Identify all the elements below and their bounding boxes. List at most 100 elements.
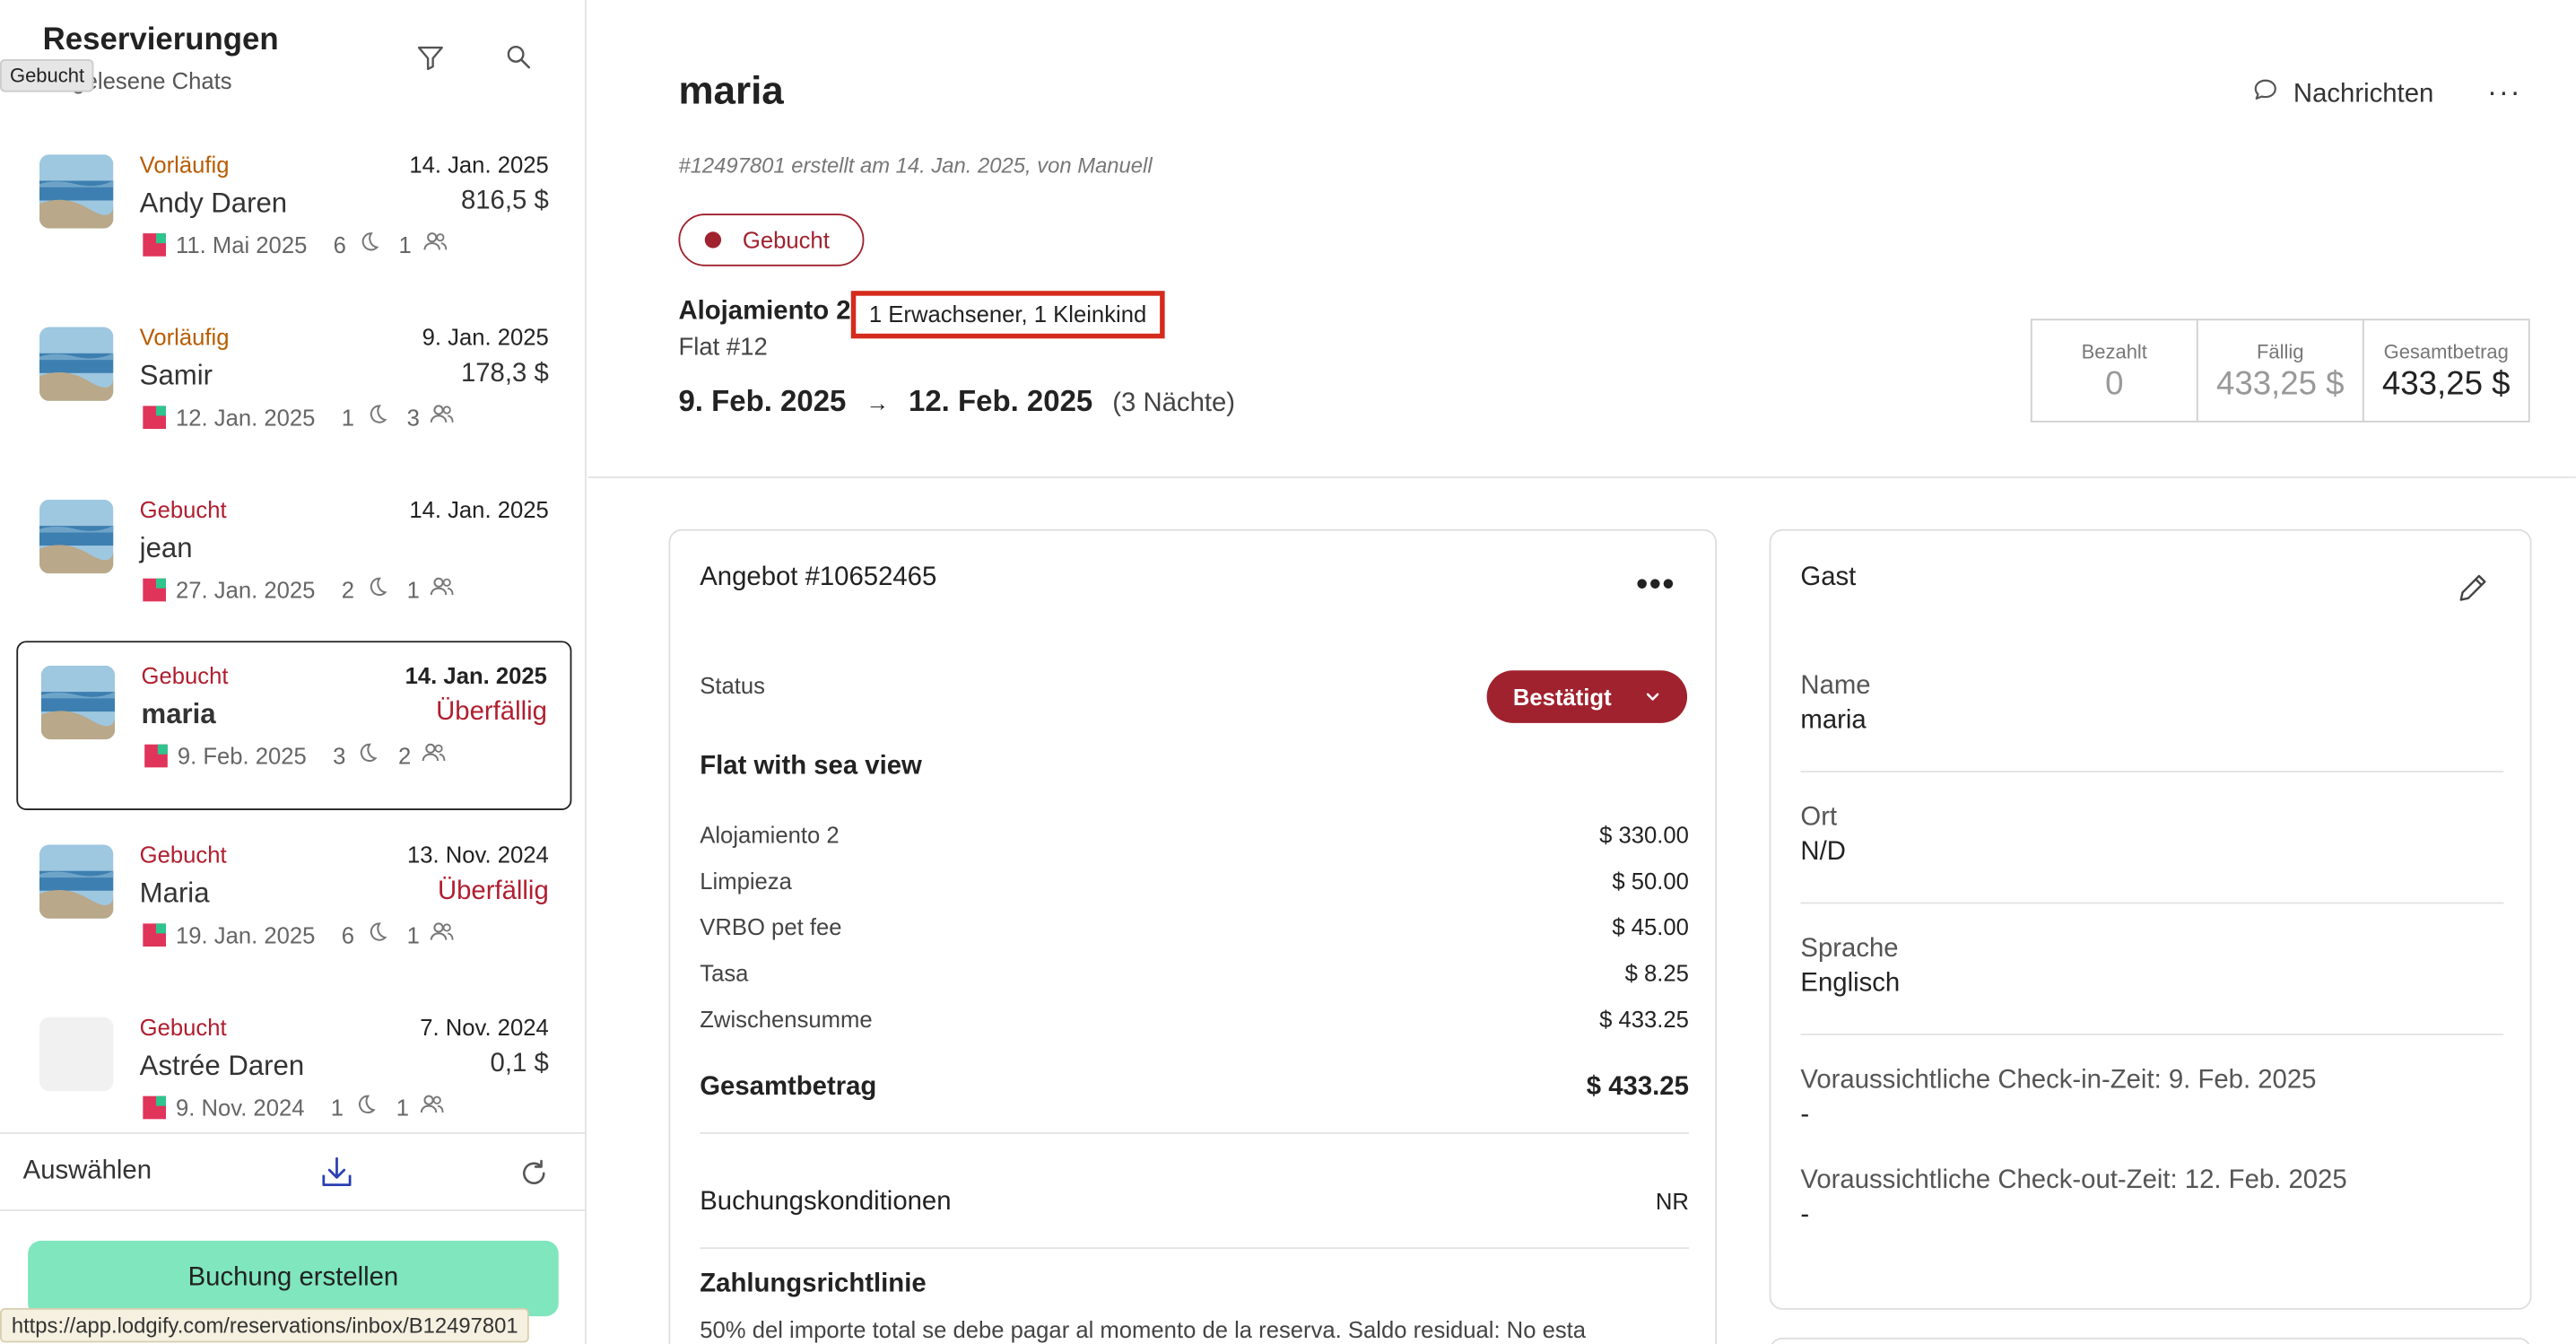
reservation-item[interactable]: Gebucht 14. Jan. 2025 maria Überfällig 9. Fe… bbox=[16, 641, 572, 810]
select-button[interactable]: Auswählen bbox=[23, 1156, 152, 1186]
checkout-time-value: - bbox=[1800, 1200, 1810, 1230]
unit-name: Flat #12 bbox=[678, 333, 768, 362]
payment-policy-title: Zahlungsrichtlinie bbox=[700, 1270, 927, 1298]
nights-count: 6 bbox=[341, 921, 354, 947]
moon-icon bbox=[364, 403, 387, 431]
line-item-label: Zwischensumme bbox=[700, 1005, 873, 1033]
reservation-amount: Überfällig bbox=[437, 877, 549, 906]
guest-count: 1 bbox=[406, 921, 420, 947]
reservation-item[interactable]: Vorläufig 14. Jan. 2025 Andy Daren 816,5 $ 1… bbox=[16, 132, 571, 301]
booking-conditions-label: Buchungskonditionen bbox=[700, 1188, 952, 1217]
line-item-amount: $ 45.00 bbox=[1612, 913, 1689, 940]
divider bbox=[700, 1131, 1689, 1134]
chat-icon bbox=[2250, 75, 2280, 113]
line-items: Alojamiento 2 $ 330.00 Limpieza $ 50.00 VR… bbox=[700, 822, 1689, 1052]
total-value: 433,25 $ bbox=[2381, 366, 2511, 403]
moon-icon bbox=[364, 575, 387, 603]
reservation-guest-name: maria bbox=[141, 698, 216, 730]
checkout-time-label: Voraussichtliche Check-out-Zeit: 12. Feb… bbox=[1800, 1166, 2347, 1195]
reservation-item[interactable]: Gebucht 13. Nov. 2024 Maria Überfällig 19. J… bbox=[16, 822, 571, 991]
guest-count: 3 bbox=[406, 403, 420, 430]
users-icon bbox=[422, 230, 448, 257]
more-options-button[interactable]: ··· bbox=[2487, 75, 2521, 109]
divider bbox=[1800, 1034, 2504, 1035]
property-thumbnail bbox=[39, 327, 114, 401]
guests-summary: 1 Erwachsener, 1 Kleinkind bbox=[850, 291, 1165, 339]
offer-title: Angebot #10652465 bbox=[700, 563, 937, 592]
channel-icon bbox=[144, 743, 168, 767]
status-badge-label: Gebucht bbox=[742, 226, 830, 254]
reservation-item[interactable]: Gebucht 14. Jan. 2025 jean 27. Jan. 2025 2 1 bbox=[16, 476, 571, 646]
filter-icon[interactable] bbox=[413, 39, 448, 75]
stay-dates: 9. Feb. 2025 → 12. Feb. 2025 (3 Nächte) bbox=[678, 385, 1235, 419]
property-thumbnail bbox=[40, 665, 116, 740]
guest-location-label: Ort bbox=[1800, 803, 1838, 832]
channel-icon bbox=[143, 1095, 166, 1119]
reservation-created-date: 14. Jan. 2025 bbox=[405, 662, 547, 689]
pencil-icon[interactable] bbox=[2454, 571, 2490, 607]
line-item-label: VRBO pet fee bbox=[700, 913, 842, 940]
line-item: Limpieza $ 50.00 bbox=[700, 868, 1689, 913]
channel-icon bbox=[143, 577, 166, 601]
booking-conditions-row: Buchungskonditionen NR bbox=[700, 1188, 1689, 1217]
checkin-date: 9. Nov. 2024 bbox=[175, 1093, 305, 1121]
total-cell: Gesamtbetrag 433,25 $ bbox=[2364, 320, 2528, 421]
guest-count: 2 bbox=[398, 741, 412, 769]
property-thumbnail bbox=[39, 154, 114, 229]
download-icon[interactable] bbox=[317, 1154, 356, 1193]
offer-total-amount: $ 433.25 bbox=[1586, 1073, 1689, 1102]
sidebar-title: Reservierungen bbox=[42, 22, 279, 58]
reservations-sidebar: Reservierungen Ungelesene Chats Gebucht … bbox=[0, 0, 587, 1344]
create-booking-button[interactable]: Buchung erstellen bbox=[28, 1240, 559, 1317]
reservation-created-date: 7. Nov. 2024 bbox=[420, 1014, 549, 1041]
reservation-status: Vorläufig bbox=[139, 151, 230, 178]
reservation-amount: 0,1 $ bbox=[490, 1050, 549, 1078]
users-icon bbox=[419, 1093, 445, 1121]
offer-status-label: Status bbox=[700, 672, 765, 699]
line-item-label: Limpieza bbox=[700, 868, 792, 895]
reservation-amount: Überfällig bbox=[436, 698, 547, 727]
checkout-time-field: Voraussichtliche Check-out-Zeit: 12. Feb… bbox=[1800, 1166, 2503, 1230]
checkin-date: 27. Jan. 2025 bbox=[175, 575, 316, 603]
channel-icon bbox=[143, 232, 166, 256]
chevron-down-icon bbox=[1644, 684, 1660, 710]
reservation-amount: 816,5 $ bbox=[460, 187, 549, 215]
payment-policy-text: 50% del importe total se debe pagar al m… bbox=[700, 1316, 1587, 1343]
nights-count: 1 bbox=[341, 403, 354, 430]
checkin-date: 19. Jan. 2025 bbox=[175, 921, 316, 947]
checkin-date: 9. Feb. 2025 bbox=[678, 384, 847, 418]
line-item: Zwischensumme $ 433.25 bbox=[700, 1006, 1689, 1052]
property-name: Alojamiento 2 bbox=[678, 297, 851, 326]
reservation-item[interactable]: Vorläufig 9. Jan. 2025 Samir 178,3 $12. Jan… bbox=[16, 304, 571, 474]
reservation-guest-name: Astrée Daren bbox=[139, 1050, 305, 1082]
guest-language-value: Englisch bbox=[1800, 969, 1901, 998]
guest-count: 1 bbox=[396, 1093, 409, 1121]
guest-name-field: Name maria bbox=[1800, 672, 2503, 736]
search-icon[interactable] bbox=[501, 39, 537, 75]
reservation-meta: 9. Feb. 2025 3 2 bbox=[144, 741, 447, 769]
due-cell: Fällig 433,25 $ bbox=[2198, 320, 2364, 421]
divider bbox=[587, 476, 2576, 478]
due-label: Fällig bbox=[2256, 340, 2304, 363]
nights-count: 6 bbox=[333, 231, 346, 257]
tooltip: Gebucht bbox=[0, 58, 95, 92]
page-title: maria bbox=[678, 68, 784, 114]
arrow-right-icon: → bbox=[866, 389, 890, 416]
nights-count: (3 Nächte) bbox=[1112, 389, 1236, 418]
line-item-amount: $ 433.25 bbox=[1599, 1005, 1689, 1033]
messages-button[interactable]: Nachrichten bbox=[2250, 75, 2433, 113]
checkout-date: 12. Feb. 2025 bbox=[908, 384, 1093, 418]
offer-menu-button[interactable]: ••• bbox=[1636, 567, 1675, 605]
payment-totals: Bezahlt 0 Fällig 433,25 $ Gesamtbetrag 4… bbox=[2030, 319, 2530, 423]
reservation-meta: 27. Jan. 2025 2 1 bbox=[143, 575, 456, 603]
refresh-icon[interactable] bbox=[518, 1156, 551, 1190]
total-label: Gesamtbetrag bbox=[2383, 340, 2509, 363]
reservation-created-date: 14. Jan. 2025 bbox=[409, 151, 549, 178]
status-dropdown[interactable]: Bestätigt bbox=[1486, 670, 1688, 723]
messages-label: Nachrichten bbox=[2293, 79, 2434, 108]
status-badge: Gebucht bbox=[678, 214, 865, 266]
reservation-guest-name: Andy Daren bbox=[139, 187, 288, 219]
guest-location-value: N/D bbox=[1800, 838, 1846, 867]
reservation-status: Gebucht bbox=[139, 1014, 227, 1041]
channel-icon bbox=[143, 405, 166, 429]
